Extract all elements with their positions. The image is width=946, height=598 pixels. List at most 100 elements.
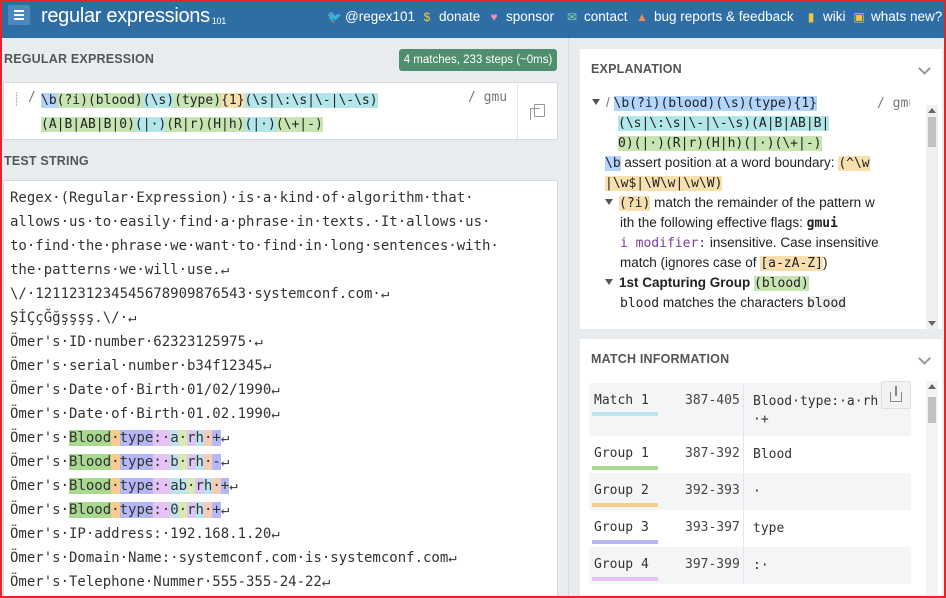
column-divider bbox=[743, 473, 744, 510]
test-string-line[interactable]: \/·121123123454567890987654​3·systemconf… bbox=[10, 282, 389, 306]
nav-link-contact[interactable]: ✉ contact bbox=[566, 9, 628, 24]
match-highlight: type bbox=[119, 478, 154, 494]
group-row[interactable]: Group 2 392-393 · bbox=[589, 473, 911, 510]
scroll-up-icon[interactable] bbox=[928, 108, 936, 113]
match-highlight: · bbox=[111, 454, 120, 470]
nav-link-regex101[interactable]: 🐦 @regex101 bbox=[327, 9, 415, 24]
text-segment: Ömer's·ID·number·62323125975·↵ bbox=[10, 334, 263, 350]
test-string-line[interactable]: ŞİÇçĞğşşşş.\/·↵ bbox=[10, 306, 136, 330]
column-divider bbox=[743, 436, 744, 473]
scroll-down-icon[interactable] bbox=[928, 321, 936, 326]
scroll-up-icon[interactable] bbox=[928, 384, 936, 389]
sidebar-panel: EXPLANATION / \b(?i)(blood)(\s)(type){1}… bbox=[568, 38, 946, 598]
warning-icon: ▲ bbox=[636, 9, 648, 24]
hamburger-icon[interactable] bbox=[8, 5, 30, 25]
test-string-line[interactable]: Ömer's·Telephone·Nummer·555-355-24-22↵ bbox=[10, 570, 330, 594]
match-label: Match 1 bbox=[594, 393, 649, 408]
explanation-root[interactable]: / \b(?i)(blood)(\s)(type){1} bbox=[592, 93, 818, 114]
match-highlight: · bbox=[111, 430, 120, 446]
nav-label: @regex101 bbox=[345, 9, 415, 24]
regex-pattern[interactable]: \b(?i)(blood)(\s)(type){1}(\s|\:\s|\-|\-… bbox=[41, 89, 461, 137]
match-highlight: Blood bbox=[69, 478, 112, 494]
explanation-inline-flags[interactable]: (?i) match the remainder of the pattern … bbox=[605, 193, 875, 214]
explanation-i-modifier: i modifier: insensitive. Case insensitiv… bbox=[620, 235, 879, 251]
nav-link-donate[interactable]: $ donate bbox=[421, 9, 481, 24]
collapse-triangle-icon[interactable] bbox=[605, 199, 613, 205]
test-string-line[interactable]: Regex·(Regular·Expression)·is·a·kind·of·… bbox=[10, 186, 474, 210]
group-row[interactable]: Group 4 397-399:· bbox=[589, 547, 911, 584]
group-row[interactable]: Group 1 387-392 Blood bbox=[589, 436, 911, 473]
test-string-line[interactable]: allows·us·to·easily·find·a·phrase·in·tex… bbox=[10, 210, 490, 234]
copy-regex-button[interactable] bbox=[517, 83, 559, 139]
match-highlight: h bbox=[195, 430, 204, 446]
regex-token: (blood) bbox=[87, 93, 143, 108]
twitter-icon: 🐦 bbox=[327, 9, 342, 24]
scroll-thumb[interactable] bbox=[928, 397, 936, 423]
match-value: :· bbox=[753, 558, 769, 573]
nav-link-sponsor[interactable]: ♥ sponsor bbox=[488, 9, 554, 24]
text-segment: ↵ bbox=[220, 430, 230, 446]
match-highlight: · bbox=[178, 430, 188, 446]
explanation-title: EXPLANATION bbox=[591, 62, 682, 76]
text-segment: Ömer's·serial·number·b34f12345↵ bbox=[10, 358, 272, 374]
match-range: 393-397 bbox=[685, 520, 740, 535]
explanation-word-boundary: \b assert position at a word boundary: (… bbox=[605, 155, 870, 171]
match-info-title: MATCH INFORMATION bbox=[591, 352, 730, 366]
brand-logo[interactable]: regular expressions 101 bbox=[41, 5, 226, 28]
test-string-editor[interactable]: Regex·(Regular·Expression)·is·a·kind·of·… bbox=[3, 180, 558, 598]
nav-label: sponsor bbox=[506, 9, 555, 24]
match-highlight: :· bbox=[153, 502, 171, 518]
match-label: Group 4 bbox=[594, 557, 649, 572]
chevron-down-icon[interactable] bbox=[918, 62, 931, 75]
column-divider bbox=[743, 383, 744, 436]
match-highlight: + bbox=[212, 502, 221, 518]
match-count-badge: 4 matches, 233 steps (~0ms) bbox=[399, 49, 557, 71]
test-string-line[interactable]: Ömer's·ID·number·62323125975·↵ bbox=[10, 330, 263, 354]
explanation-capture-group-1[interactable]: 1st Capturing Group (blood) bbox=[605, 273, 809, 294]
match-highlight: + bbox=[220, 478, 230, 494]
group-row[interactable]: Group 3 393-397 type bbox=[589, 510, 911, 547]
collapse-triangle-icon[interactable] bbox=[592, 99, 600, 105]
test-string-line[interactable]: Ömer's·Blood·type:·0·rh·+↵ bbox=[10, 498, 229, 522]
nav-label: bug reports & feedback bbox=[654, 9, 794, 24]
nav-link-whats-new[interactable]: ▣ whats new? bbox=[853, 9, 942, 24]
group-color-swatch bbox=[592, 577, 658, 581]
copy-icon bbox=[530, 104, 545, 120]
top-navbar: regular expressions 101 🐦 @regex101 $ donate… bbox=[0, 0, 946, 38]
match-highlight: b bbox=[170, 454, 179, 470]
text-segment: \/·121123123454567890987654​3·systemconf… bbox=[10, 286, 390, 302]
text-segment: ŞİÇçĞğşşşş.\/·↵ bbox=[10, 310, 137, 326]
regex-token: (\+|-) bbox=[275, 117, 323, 132]
test-string-line[interactable]: Ömer's·IP·address:·192.168.1.20↵ bbox=[10, 522, 280, 546]
drag-handle-icon[interactable]: ⁝ ⁝ bbox=[15, 92, 18, 109]
test-string-line[interactable]: the·patterns·we·will·use.↵ bbox=[10, 258, 229, 282]
test-string-line[interactable]: Ömer's·Blood·type:·ab·rh·+↵ bbox=[10, 474, 238, 498]
test-string-line[interactable]: Ömer's·Blood·type:·b·rh·-↵ bbox=[10, 450, 229, 474]
scroll-thumb[interactable] bbox=[928, 117, 936, 147]
explanation-scrollbar[interactable] bbox=[926, 105, 938, 329]
match-highlight: a bbox=[170, 430, 179, 446]
nav-link-bug-reports-feedback[interactable]: ▲ bug reports & feedback bbox=[636, 9, 794, 24]
collapse-triangle-icon[interactable] bbox=[605, 279, 613, 285]
nav-link-wiki[interactable]: ▮ wiki bbox=[805, 9, 846, 24]
test-string-line[interactable]: Ömer's·Date·of·Birth·01.02.1990↵ bbox=[10, 402, 280, 426]
test-string-line[interactable]: Ömer's·Blood·type:·a·rh·+↵ bbox=[10, 426, 229, 450]
explanation-inline-flags-cont: ith the following effective flags: gmui bbox=[620, 215, 838, 231]
regex-input[interactable]: ⁝ ⁝ / \b(?i)(blood)(\s)(type){1}(\s|\:\s|… bbox=[3, 82, 558, 140]
test-string-line[interactable]: Ömer's·serial·number·b34f12345↵ bbox=[10, 354, 271, 378]
test-string-line[interactable]: Ömer's·Domain·Name:·systemconf.com·is·sy… bbox=[10, 546, 457, 570]
column-divider bbox=[743, 547, 744, 584]
regex-flags[interactable]: / gmu bbox=[468, 90, 507, 105]
match-row[interactable]: Match 1 387-405 Blood·type:·a·rh ·+ bbox=[589, 383, 911, 436]
match-label: Group 3 bbox=[594, 520, 649, 535]
export-matches-button[interactable] bbox=[881, 381, 911, 409]
match-highlight: - bbox=[212, 454, 221, 470]
test-string-line[interactable]: Ömer's·Date·of·Birth·01/02/1990↵ bbox=[10, 378, 280, 402]
group-color-swatch bbox=[592, 466, 658, 470]
match-info-scrollbar[interactable] bbox=[926, 381, 938, 598]
chevron-down-icon[interactable] bbox=[918, 352, 931, 365]
test-string-line[interactable]: to·find·the·phrase·we·want·to·find·in·lo… bbox=[10, 234, 499, 258]
match-highlight: r bbox=[195, 478, 204, 494]
column-divider bbox=[743, 510, 744, 547]
explanation-regex-line2: (\s|\:\s|\-|\-\s)(A|B|AB|B| bbox=[618, 116, 830, 131]
